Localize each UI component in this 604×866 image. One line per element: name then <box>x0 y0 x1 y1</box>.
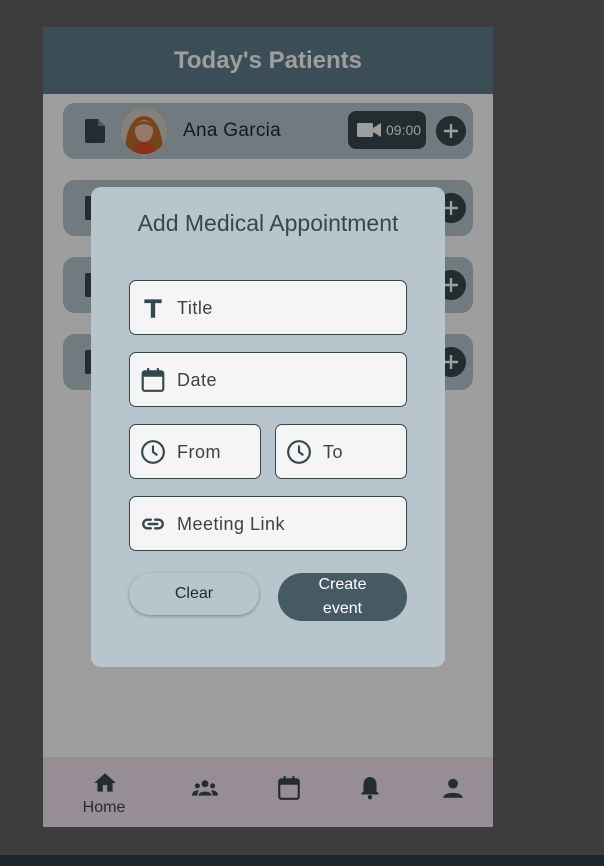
date-placeholder: Date <box>177 370 218 390</box>
from-placeholder: From <box>177 442 221 462</box>
dialog-title: Add Medical Appointment <box>137 210 399 236</box>
text-fields-icon <box>144 299 162 318</box>
taskbar <box>0 855 604 866</box>
title-placeholder: Title <box>177 298 213 318</box>
create-event-button[interactable]: Create event <box>278 573 407 621</box>
to-placeholder: To <box>323 442 344 462</box>
date-field[interactable]: Date <box>129 352 407 407</box>
meeting-link-field[interactable]: Meeting Link <box>129 496 407 551</box>
title-field[interactable]: Title <box>129 280 407 335</box>
clock-icon <box>141 440 165 464</box>
from-time-field[interactable]: From <box>129 424 261 479</box>
calendar-icon <box>141 368 165 392</box>
clear-button[interactable]: Clear <box>129 573 259 615</box>
link-icon <box>142 518 164 530</box>
to-time-field[interactable]: To <box>275 424 407 479</box>
create-event-label: Create event <box>318 576 367 617</box>
add-appointment-dialog: Add Medical Appointment Title Date From … <box>91 187 445 667</box>
clock-icon <box>287 440 311 464</box>
meeting-link-placeholder: Meeting Link <box>177 514 286 534</box>
